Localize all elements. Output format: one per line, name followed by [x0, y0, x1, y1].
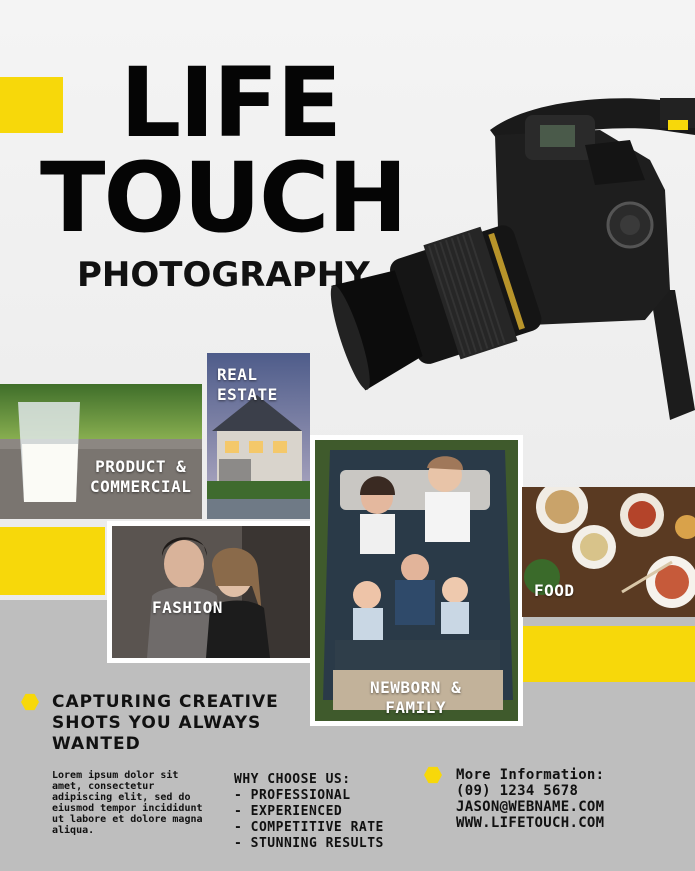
photo-fashion: FASHION [107, 521, 315, 663]
label-product-commercial: PRODUCT & COMMERCIAL [90, 457, 192, 496]
tagline-body: Lorem ipsum dolor sit amet, consectetur … [52, 770, 203, 836]
yellow-accent-left [0, 527, 105, 595]
why-item: EXPERIENCED [234, 804, 384, 820]
photo-newborn-family: NEWBORN & FAMILY [310, 435, 523, 726]
photo-food: FOOD [522, 487, 695, 617]
why-choose-us: WHY CHOOSE US: PROFESSIONAL EXPERIENCED … [234, 772, 384, 852]
label-real-estate: REAL ESTATE [217, 365, 278, 404]
contact-email: JASON@WEBNAME.COM [456, 799, 605, 815]
why-item: COMPETITIVE RATE [234, 820, 384, 836]
contact-phone: (09) 1234 5678 [456, 783, 579, 799]
contact-heading: More Information: [456, 767, 605, 783]
camera-image [330, 90, 695, 420]
photo-real-estate: REAL ESTATE [207, 353, 310, 519]
why-heading: WHY CHOOSE US: [234, 772, 351, 787]
photo-product-commercial: PRODUCT & COMMERCIAL [0, 384, 202, 519]
why-item: STUNNING RESULTS [234, 836, 384, 852]
subtitle: PHOTOGRAPHY [77, 255, 370, 295]
why-item: PROFESSIONAL [234, 788, 384, 804]
contact-info: More Information: (09) 1234 5678 JASON@W… [456, 767, 604, 831]
title-line-1: LIFE [120, 47, 342, 159]
flyer: LIFE TOUCH PHOTOGRAPHY PRODUCT & COMMERC… [0, 0, 695, 871]
yellow-accent-right [521, 626, 695, 682]
label-fashion: FASHION [152, 598, 223, 617]
contact-website: WWW.LIFETOUCH.COM [456, 815, 605, 831]
label-food: FOOD [534, 581, 575, 600]
why-list: PROFESSIONAL EXPERIENCED COMPETITIVE RAT… [234, 788, 384, 852]
label-newborn-family: NEWBORN & FAMILY [370, 678, 462, 717]
yellow-accent-top [0, 77, 63, 133]
tagline-headline: CAPTURING CREATIVE SHOTS YOU ALWAYS WANT… [52, 692, 279, 754]
